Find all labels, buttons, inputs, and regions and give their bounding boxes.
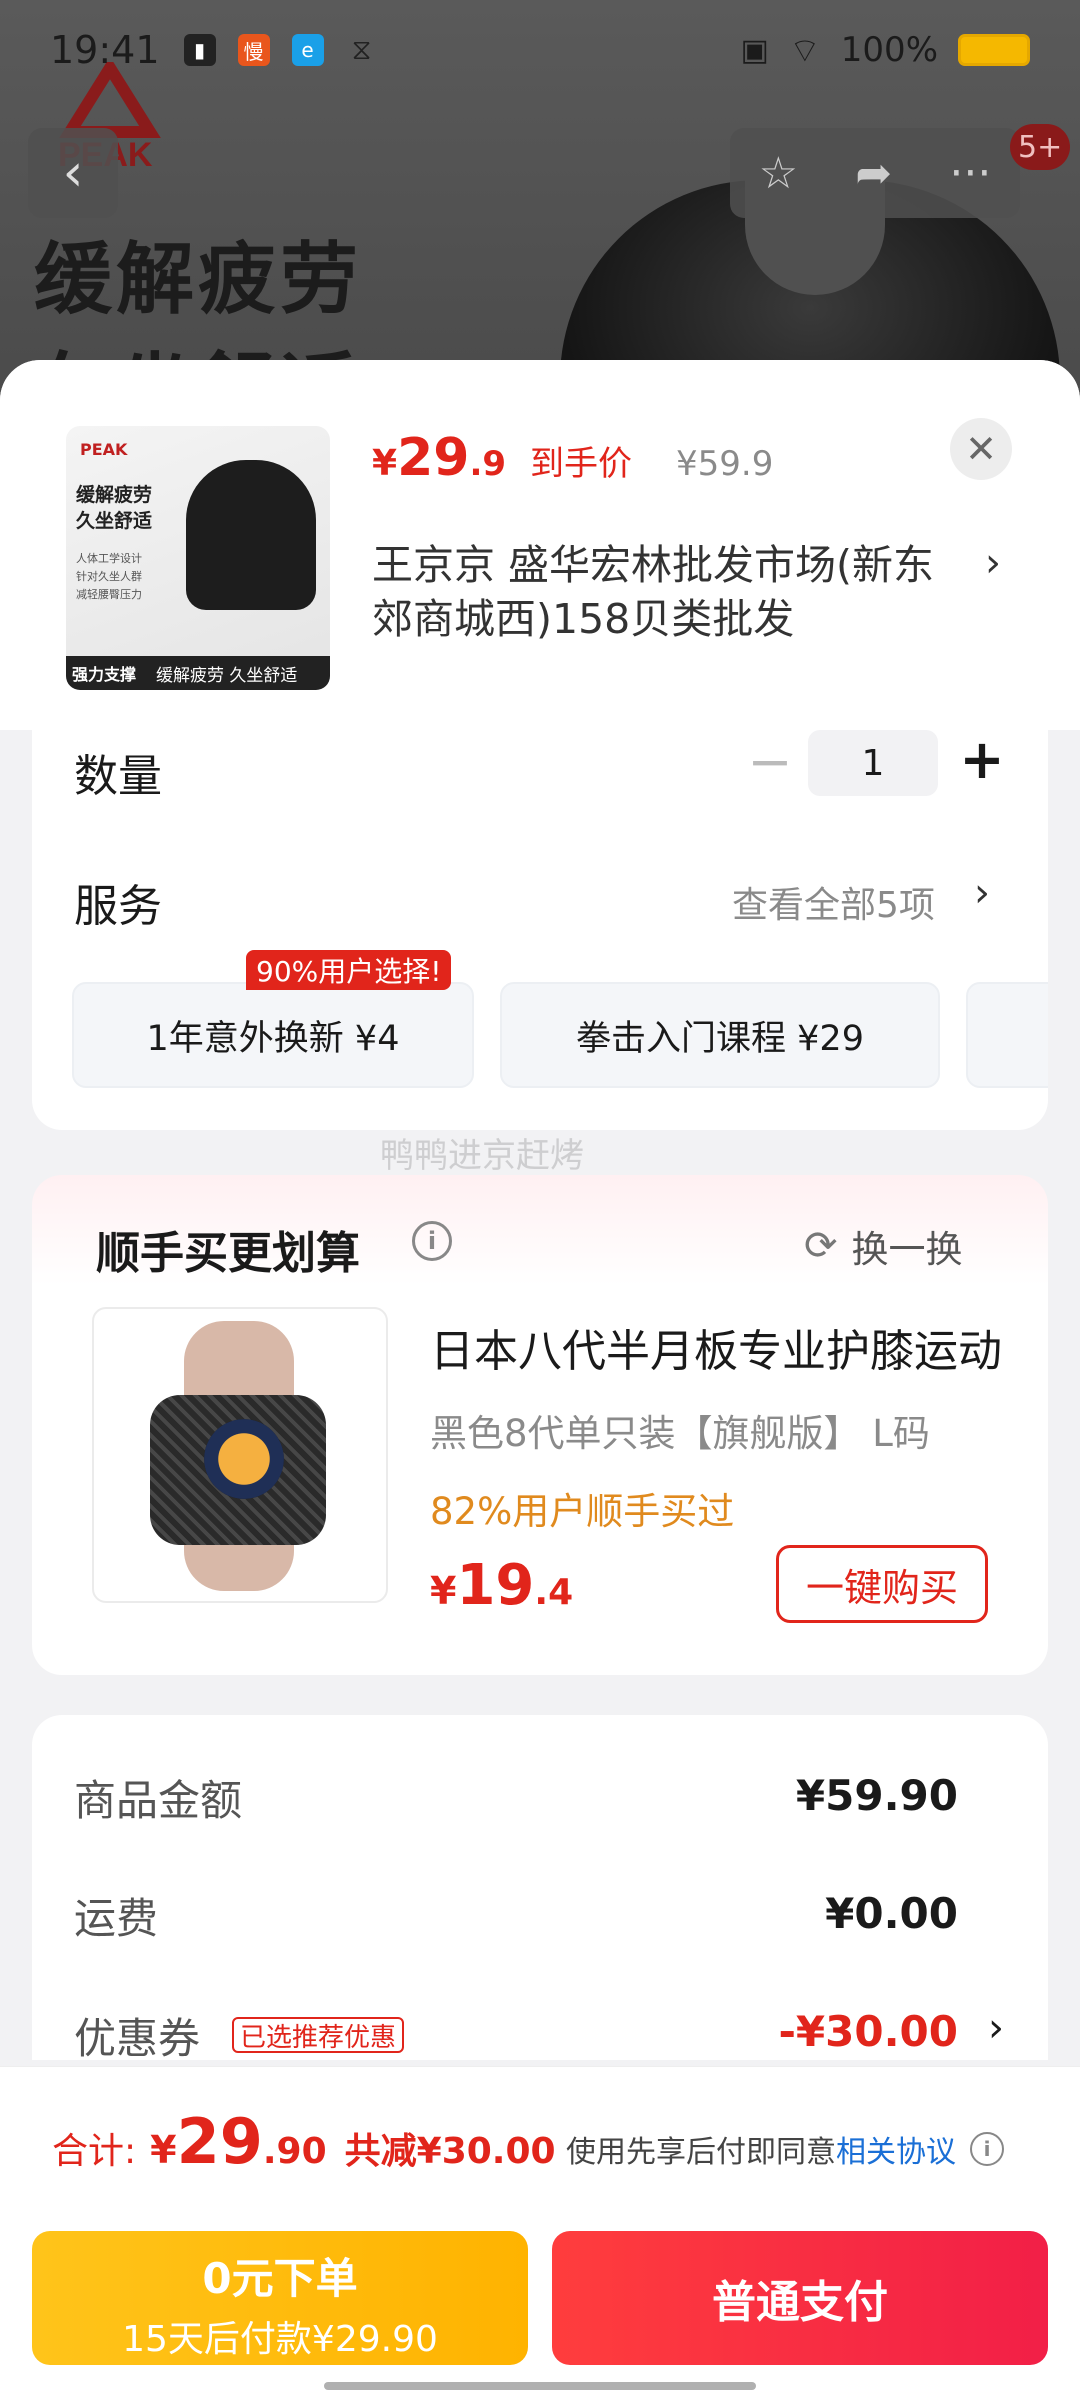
battery-icon bbox=[958, 34, 1030, 66]
order-summary-card: 商品金额 ¥59.90 运费 ¥0.00 优惠券 已选推荐优惠 -¥30.00 … bbox=[32, 1715, 1048, 2060]
close-button[interactable]: ✕ bbox=[950, 418, 1012, 480]
final-price: 29 bbox=[397, 428, 470, 488]
agreement-text: 使用先享后付即同意 相关协议 i bbox=[566, 2127, 1004, 2171]
popular-badge: 90%用户选择! bbox=[246, 950, 452, 990]
clipboard-icon: ▮ bbox=[183, 34, 216, 66]
bundle-title: 顺手买更划算 bbox=[96, 1228, 360, 1279]
pay-later-button[interactable]: 0元下单 15天后付款¥29.90 bbox=[32, 2231, 528, 2365]
browser-notification-icon: e bbox=[291, 34, 324, 66]
app-notification-icon: 慢 bbox=[237, 34, 270, 66]
service-option[interactable]: 拳击入门课程 ¥29 bbox=[500, 982, 940, 1088]
view-all-services-link[interactable]: 查看全部5项 bbox=[732, 876, 935, 928]
goods-amount-value: ¥59.90 bbox=[795, 1771, 958, 1820]
original-price: ¥59.9 bbox=[676, 444, 774, 484]
service-option[interactable]: 1年意外换新 ¥4 bbox=[72, 982, 474, 1088]
hourglass-icon: ⧖ bbox=[351, 33, 372, 66]
product-thumbnail[interactable]: PEAK 缓解疲劳 久坐舒适 人体工学设计 针对久坐人群 减轻腰臀压力 强力支撑… bbox=[66, 426, 330, 690]
more-icon[interactable]: ··· bbox=[949, 148, 991, 199]
bundle-card: 顺手买更划算 i ⟳ 换一换 日本八代半月板专业护膝运动 黑色8代单只装【旗舰版… bbox=[32, 1175, 1048, 1675]
info-icon[interactable]: i bbox=[412, 1221, 452, 1261]
checkout-bar: 合计: ¥ 29 .90 共减¥30.00 使用先享后付即同意 相关协议 i 0… bbox=[0, 2066, 1080, 2400]
refresh-icon: ⟳ bbox=[804, 1223, 838, 1269]
quantity-service-card: 数量 − 1 + 服务 查看全部5项 › 1年意外换新 ¥4 拳击入门课程 ¥2… bbox=[32, 730, 1048, 1130]
chevron-right-icon: › bbox=[985, 540, 1001, 586]
service-option-partial[interactable] bbox=[966, 982, 1048, 1088]
bundle-product-image[interactable] bbox=[92, 1307, 388, 1603]
quantity-input[interactable]: 1 bbox=[808, 730, 938, 796]
quantity-label: 数量 bbox=[74, 751, 162, 802]
watermark: 鸭鸭进京赶烤 bbox=[380, 1136, 584, 1176]
bundle-price: ¥ 19 .4 bbox=[430, 1553, 574, 1618]
refresh-button[interactable]: ⟳ 换一换 bbox=[804, 1219, 963, 1273]
cushion-image bbox=[186, 460, 316, 610]
wifi-icon: ⌔ bbox=[788, 30, 821, 71]
sim-icon: ▣ bbox=[740, 32, 769, 68]
total-amount: 29 bbox=[176, 2105, 263, 2178]
cart-badge: 5+ bbox=[1010, 124, 1071, 170]
back-button[interactable]: ‹ bbox=[28, 128, 118, 218]
share-icon[interactable]: ➦ bbox=[855, 148, 892, 199]
star-icon[interactable]: ☆ bbox=[759, 148, 798, 199]
coupon-label: 优惠券 bbox=[74, 2014, 201, 2060]
status-bar: 19:41 ▮ 慢 e ⧖ ▣ ⌔ 100% bbox=[0, 0, 1080, 100]
agreement-link[interactable]: 相关协议 bbox=[836, 2127, 956, 2171]
service-options: 1年意外换新 ¥4 拳击入门课程 ¥29 bbox=[72, 982, 1048, 1090]
service-label: 服务 bbox=[74, 881, 162, 932]
quantity-increase-button[interactable]: + bbox=[952, 732, 1012, 792]
bundle-product-spec[interactable]: 黑色8代单只装【旗舰版】 L码 bbox=[430, 1403, 1030, 1457]
home-indicator[interactable] bbox=[324, 2382, 756, 2390]
chevron-right-icon: › bbox=[974, 870, 990, 916]
top-action-bar: ☆ ➦ ··· bbox=[730, 128, 1020, 218]
coupon-tag: 已选推荐优惠 bbox=[232, 2017, 405, 2053]
info-icon[interactable]: i bbox=[970, 2132, 1004, 2166]
normal-pay-button[interactable]: 普通支付 bbox=[552, 2231, 1048, 2365]
status-time: 19:41 bbox=[50, 28, 160, 72]
price-line: ¥ 29 .9 到手价 ¥59.9 bbox=[372, 428, 774, 488]
purchase-sheet: PEAK 缓解疲劳 久坐舒适 人体工学设计 针对久坐人群 减轻腰臀压力 强力支撑… bbox=[0, 360, 1080, 2060]
product-header: PEAK 缓解疲劳 久坐舒适 人体工学设计 针对久坐人群 减轻腰臀压力 强力支撑… bbox=[0, 360, 1080, 730]
total-line: 合计: ¥ 29 .90 共减¥30.00 bbox=[52, 2105, 556, 2178]
bundle-social-proof: 82%用户顺手买过 bbox=[430, 1490, 735, 1533]
quantity-decrease-button[interactable]: − bbox=[740, 735, 800, 790]
close-icon: ✕ bbox=[965, 427, 997, 471]
price-tag: 到手价 bbox=[530, 444, 633, 484]
chevron-left-icon: ‹ bbox=[62, 143, 84, 203]
chevron-right-icon: › bbox=[988, 2005, 1004, 2051]
shipping-label: 运费 bbox=[74, 1894, 159, 1943]
shop-address[interactable]: 王京京 盛华宏林批发市场(新东郊商城西)158贝类批发 bbox=[372, 538, 972, 646]
bundle-product-name[interactable]: 日本八代半月板专业护膝运动 bbox=[430, 1315, 1030, 1379]
goods-amount-label: 商品金额 bbox=[74, 1776, 243, 1825]
one-click-buy-button[interactable]: 一键购买 bbox=[776, 1545, 988, 1623]
coupon-value[interactable]: -¥30.00 bbox=[778, 2007, 958, 2056]
shipping-value: ¥0.00 bbox=[825, 1889, 958, 1938]
total-discount: 共减¥30.00 bbox=[344, 2131, 556, 2172]
battery-percent: 100% bbox=[840, 30, 938, 70]
